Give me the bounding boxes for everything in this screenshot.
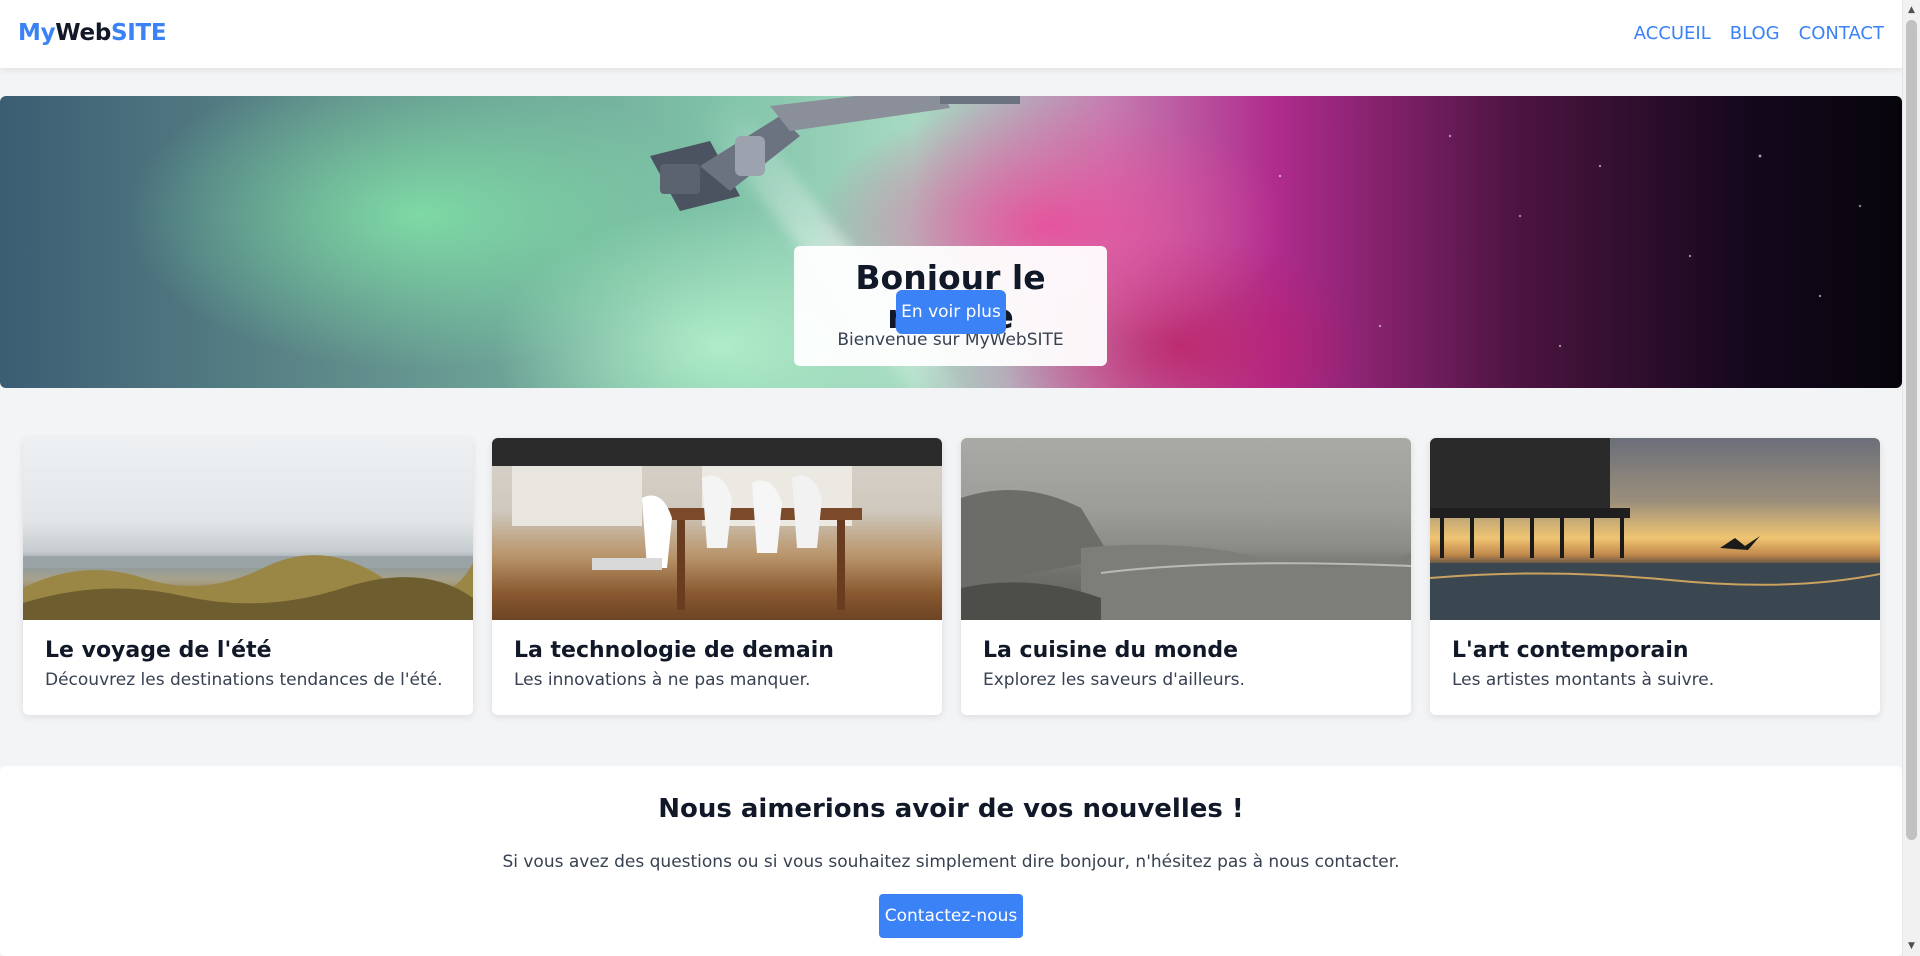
- main-nav: ACCUEIL BLOG CONTACT: [1634, 23, 1884, 44]
- contact-title: Nous aimerions avoir de vos nouvelles !: [658, 794, 1244, 824]
- foggy-coast-illustration: [961, 490, 1411, 620]
- page-scrollbar[interactable]: ▲ ▼: [1902, 0, 1920, 956]
- article-card-summer-travel[interactable]: Le voyage de l'été Découvrez les destina…: [23, 438, 473, 715]
- card-description: Les artistes montants à suivre.: [1452, 670, 1715, 690]
- card-description: Explorez les saveurs d'ailleurs.: [983, 670, 1245, 690]
- card-image-pier-sunset: [1430, 438, 1880, 620]
- article-card-world-cuisine[interactable]: La cuisine du monde Explorez les saveurs…: [961, 438, 1411, 715]
- pier-sunset-illustration: [1430, 438, 1880, 620]
- site-logo[interactable]: MyWebSITE: [18, 20, 167, 46]
- card-description: Découvrez les destinations tendances de …: [45, 670, 443, 690]
- scrollbar-thumb[interactable]: [1906, 20, 1917, 840]
- logo-site: SITE: [111, 20, 167, 46]
- dining-room-illustration: [492, 438, 942, 610]
- scroll-up-arrow-icon[interactable]: ▲: [1903, 2, 1920, 18]
- beach-grass-illustration: [23, 555, 473, 620]
- nav-link-accueil[interactable]: ACCUEIL: [1634, 23, 1711, 44]
- page: MyWebSITE ACCUEIL BLOG CONTACT Bonjour l…: [0, 0, 1902, 956]
- contact-section: Nous aimerions avoir de vos nouvelles ! …: [0, 766, 1902, 956]
- card-image-dining-room: [492, 438, 942, 620]
- article-card-technology[interactable]: La technologie de demain Les innovations…: [492, 438, 942, 715]
- contact-us-button[interactable]: Contactez-nous: [879, 894, 1023, 938]
- card-image-foggy-coast: [961, 438, 1411, 620]
- card-image-beach: [23, 438, 473, 620]
- card-title: Le voyage de l'été: [45, 638, 272, 663]
- nav-link-blog[interactable]: BLOG: [1730, 23, 1780, 44]
- contact-text: Si vous avez des questions ou si vous so…: [502, 852, 1400, 872]
- card-title: La technologie de demain: [514, 638, 834, 663]
- nav-link-contact[interactable]: CONTACT: [1799, 23, 1884, 44]
- card-title: L'art contemporain: [1452, 638, 1689, 663]
- site-header: MyWebSITE ACCUEIL BLOG CONTACT: [0, 0, 1902, 68]
- card-title: La cuisine du monde: [983, 638, 1239, 663]
- article-cards: Le voyage de l'été Découvrez les destina…: [23, 438, 1880, 715]
- scroll-down-arrow-icon[interactable]: ▼: [1903, 938, 1920, 954]
- card-description: Les innovations à ne pas manquer.: [514, 670, 811, 690]
- logo-my: My: [18, 20, 56, 46]
- hero-banner: Bonjour le monde Bienvenue sur MyWebSITE: [0, 96, 1902, 388]
- see-more-button[interactable]: En voir plus: [896, 290, 1006, 334]
- article-card-contemporary-art[interactable]: L'art contemporain Les artistes montants…: [1430, 438, 1880, 715]
- logo-web: Web: [55, 20, 111, 46]
- space-station-arm-image: [650, 96, 1020, 211]
